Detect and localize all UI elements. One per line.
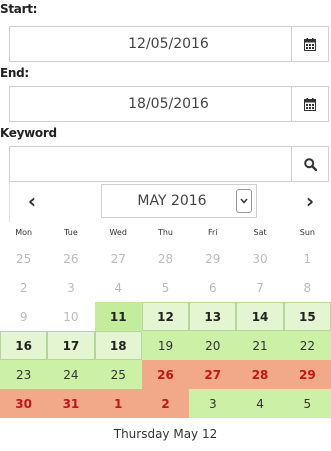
start-date-value[interactable]: 12/05/2016 xyxy=(10,27,291,61)
calendar-day[interactable]: 29 xyxy=(189,244,237,273)
calendar-day[interactable]: 3 xyxy=(189,389,237,418)
calendar-day[interactable]: 23 xyxy=(0,360,48,389)
calendar-day[interactable]: 6 xyxy=(189,273,237,302)
calendar-day[interactable]: 17 xyxy=(47,331,95,360)
calendar-day[interactable]: 16 xyxy=(0,331,48,360)
start-calendar-button[interactable] xyxy=(291,27,328,61)
calendar-day[interactable]: 4 xyxy=(94,273,142,302)
start-date-field[interactable]: 12/05/2016 xyxy=(9,26,329,62)
calendar-day[interactable]: 5 xyxy=(141,273,190,302)
selected-date-label: Thursday May 12 xyxy=(113,427,218,441)
calendar-day[interactable]: 30 xyxy=(0,389,48,418)
calendar-day[interactable]: 2 xyxy=(0,273,48,302)
keyword-field[interactable] xyxy=(9,146,329,182)
calendar-day[interactable]: 15 xyxy=(283,302,331,331)
end-date-field[interactable]: 18/05/2016 xyxy=(9,86,329,122)
calendar-day[interactable]: 26 xyxy=(141,360,190,389)
calendar-day[interactable]: 30 xyxy=(236,244,284,273)
next-month-button[interactable]: › xyxy=(297,188,323,214)
calendar-day[interactable]: 19 xyxy=(141,331,190,360)
calendar-icon xyxy=(304,97,316,111)
calendar-day[interactable]: 3 xyxy=(47,273,95,302)
calendar-day[interactable]: 20 xyxy=(189,331,237,360)
search-button[interactable] xyxy=(291,147,328,181)
calendar-day[interactable]: 1 xyxy=(283,244,331,273)
calendar-day[interactable]: 12 xyxy=(141,302,190,331)
calendar-day[interactable]: 28 xyxy=(141,244,190,273)
month-select-value: MAY 2016 xyxy=(137,193,207,209)
calendar-day[interactable]: 10 xyxy=(47,302,95,331)
calendar-day[interactable]: 8 xyxy=(283,273,331,302)
calendar-day[interactable]: 5 xyxy=(283,389,331,418)
calendar-day[interactable]: 24 xyxy=(47,360,95,389)
calendar-day[interactable]: 4 xyxy=(236,389,284,418)
search-icon xyxy=(303,157,317,171)
calendar-nav: ‹ MAY 2016 › xyxy=(9,180,329,222)
calendar-day[interactable]: 7 xyxy=(236,273,284,302)
calendar-day[interactable]: 28 xyxy=(236,360,284,389)
keyword-label: Keyword xyxy=(0,126,57,140)
calendar-day[interactable]: 31 xyxy=(47,389,95,418)
keyword-input[interactable] xyxy=(10,147,291,181)
end-calendar-button[interactable] xyxy=(291,87,328,121)
calendar-icon xyxy=(304,37,316,51)
calendar-day[interactable]: 1 xyxy=(94,389,142,418)
end-label: End: xyxy=(0,66,29,80)
weekday-sat: Sat xyxy=(253,228,267,237)
calendar-day[interactable]: 18 xyxy=(94,331,142,360)
calendar-day[interactable]: 25 xyxy=(94,360,142,389)
calendar-day[interactable]: 27 xyxy=(189,360,237,389)
calendar-day[interactable]: 9 xyxy=(0,302,48,331)
prev-month-button[interactable]: ‹ xyxy=(19,188,45,214)
weekday-thu: Thu xyxy=(157,228,173,237)
weekday-tue: Tue xyxy=(64,228,78,237)
weekday-wed: Wed xyxy=(109,228,127,237)
calendar-day[interactable]: 22 xyxy=(283,331,331,360)
weekday-header: Mon Tue Wed Thu Fri Sat Sun xyxy=(0,222,331,244)
start-label: Start: xyxy=(0,2,38,16)
calendar-day[interactable]: 25 xyxy=(0,244,48,273)
month-select[interactable]: MAY 2016 xyxy=(101,184,257,218)
calendar-day[interactable]: 29 xyxy=(283,360,331,389)
calendar-day[interactable]: 21 xyxy=(236,331,284,360)
chevron-down-icon xyxy=(236,189,252,213)
weekday-sun: Sun xyxy=(299,228,315,237)
calendar-day[interactable]: 2 xyxy=(141,389,190,418)
calendar-day[interactable]: 13 xyxy=(189,302,237,331)
weekday-fri: Fri xyxy=(208,228,218,237)
calendar-day[interactable]: 26 xyxy=(47,244,95,273)
weekday-mon: Mon xyxy=(15,228,33,237)
calendar-day[interactable]: 11 xyxy=(94,302,142,331)
calendar-grid: 25 26 27 28 29 30 1 2 3 4 5 6 7 8 9 10 11 12 13 14 15 16 17 18 1… xyxy=(0,244,331,418)
end-date-value[interactable]: 18/05/2016 xyxy=(10,87,291,121)
calendar-day[interactable]: 27 xyxy=(94,244,142,273)
calendar-day[interactable]: 14 xyxy=(236,302,284,331)
